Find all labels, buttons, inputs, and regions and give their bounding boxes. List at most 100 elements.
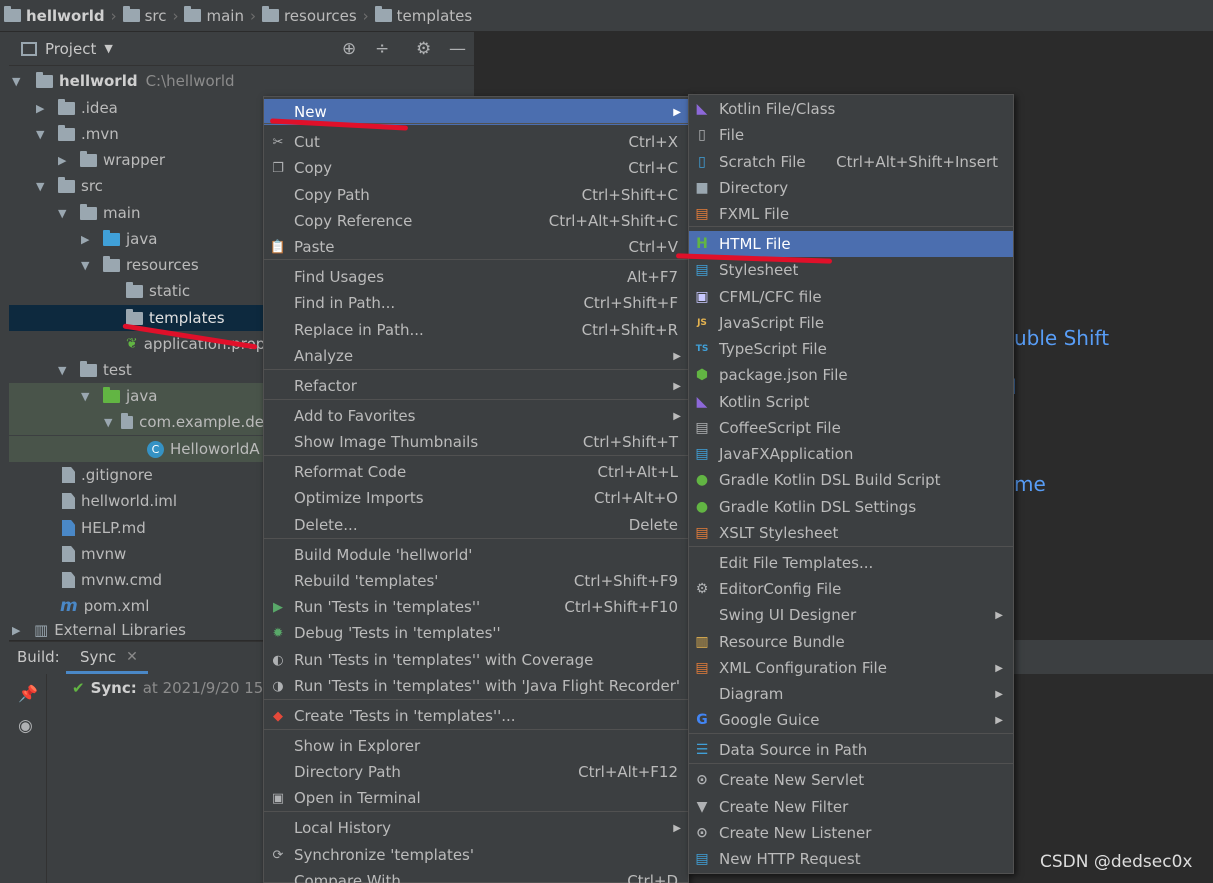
tree-row-static[interactable]: static	[104, 278, 190, 304]
tree-row-java[interactable]: ▶ java	[81, 226, 157, 252]
menu-item-run-tests-in-templates[interactable]: ▶ Run 'Tests in 'templates'' Ctrl+Shift+F1…	[264, 594, 688, 620]
expand-arrow-icon[interactable]: ▼	[81, 390, 99, 403]
tree-row-package[interactable]: ▼ com.example.de	[9, 409, 264, 435]
submenu-item-gradle-kotlin-dsl-build-script[interactable]: ● Gradle Kotlin DSL Build Script	[689, 467, 1013, 493]
tree-row-gitignore[interactable]: .gitignore	[58, 462, 153, 488]
minimize-icon[interactable]: —	[449, 39, 466, 59]
submenu-item-fxml-file[interactable]: ▤ FXML File	[689, 201, 1013, 227]
close-icon[interactable]: ✕	[126, 649, 138, 665]
expand-arrow-icon[interactable]: ▼	[58, 207, 76, 220]
tree-row-resources[interactable]: ▼ resources	[81, 252, 199, 278]
submenu-item-kotlin-script[interactable]: ◣ Kotlin Script	[689, 389, 1013, 415]
caret-down-icon[interactable]: ▼	[104, 42, 112, 55]
menu-item-show-in-explorer[interactable]: Show in Explorer	[264, 733, 688, 759]
tree-row-test-java[interactable]: ▼ java	[9, 383, 264, 409]
menu-item-copy-path[interactable]: Copy Path Ctrl+Shift+C	[264, 182, 688, 208]
tree-row-test-class[interactable]: C HelloworldA	[9, 436, 264, 462]
submenu-item-google-guice[interactable]: G Google Guice ▶	[689, 707, 1013, 733]
submenu-item-create-new-listener[interactable]: ⊙ Create New Listener	[689, 820, 1013, 846]
expand-arrow-icon[interactable]: ▶	[81, 233, 99, 246]
menu-item-rebuild-templates[interactable]: Rebuild 'templates' Ctrl+Shift+F9	[264, 568, 688, 594]
submenu-item-new-http-request[interactable]: ▤ New HTTP Request	[689, 846, 1013, 872]
expand-arrow-icon[interactable]: ▼	[58, 364, 76, 377]
submenu-item-resource-bundle[interactable]: ▥ Resource Bundle	[689, 629, 1013, 655]
expand-arrow-icon[interactable]: ▶	[12, 624, 30, 637]
tree-row-iml[interactable]: hellworld.iml	[58, 488, 177, 514]
tree-row-wrapper[interactable]: ▶ wrapper	[58, 147, 165, 173]
menu-item-find-in-path[interactable]: Find in Path... Ctrl+Shift+F	[264, 290, 688, 316]
menu-item-optimize-imports[interactable]: Optimize Imports Ctrl+Alt+O	[264, 485, 688, 511]
menu-item-cut[interactable]: ✂ Cut Ctrl+X	[264, 129, 688, 155]
submenu-item-typescript-file[interactable]: TS TypeScript File	[689, 336, 1013, 362]
breadcrumb-item-main[interactable]: main	[184, 6, 244, 25]
submenu-item-editorconfig-file[interactable]: ⚙ EditorConfig File	[689, 576, 1013, 602]
tree-row-mvn[interactable]: ▼ .mvn	[36, 121, 119, 147]
pin-icon[interactable]: 📌	[18, 684, 38, 703]
submenu-item-coffeescript-file[interactable]: ▤ CoffeeScript File	[689, 415, 1013, 441]
sync-status[interactable]: ✔ Sync: at 2021/9/20 15:2	[72, 679, 278, 697]
submenu-item-directory[interactable]: ■ Directory	[689, 175, 1013, 201]
menu-item-copy[interactable]: ❐ Copy Ctrl+C	[264, 155, 688, 181]
breadcrumb-item-src[interactable]: src	[122, 6, 166, 25]
gear-icon[interactable]: ⚙	[416, 39, 431, 59]
locate-icon[interactable]: ⊕	[342, 39, 356, 59]
tree-row-main[interactable]: ▼ main	[58, 200, 140, 226]
submenu-item-gradle-kotlin-dsl-settings[interactable]: ● Gradle Kotlin DSL Settings	[689, 494, 1013, 520]
breadcrumb-item-templates[interactable]: templates	[374, 6, 472, 25]
submenu-item-diagram[interactable]: Diagram ▶	[689, 681, 1013, 707]
submenu-item-javascript-file[interactable]: JS JavaScript File	[689, 310, 1013, 336]
menu-item-find-usages[interactable]: Find Usages Alt+F7	[264, 264, 688, 290]
menu-item-open-in-terminal[interactable]: ▣ Open in Terminal	[264, 785, 688, 811]
menu-item-delete[interactable]: Delete... Delete	[264, 512, 688, 538]
tree-row-hellworld[interactable]: ▼ hellworld C:\hellworld	[12, 68, 464, 94]
tree-row-idea[interactable]: ▶ .idea	[36, 95, 118, 121]
tree-row-help-md[interactable]: HELP.md	[58, 515, 146, 541]
eye-icon[interactable]: ◉	[18, 716, 33, 736]
tree-row-test[interactable]: ▼ test	[58, 357, 132, 383]
menu-item-add-to-favorites[interactable]: Add to Favorites ▶	[264, 403, 688, 429]
submenu-item-kotlin-file-class[interactable]: ◣ Kotlin File/Class	[689, 96, 1013, 122]
menu-item-replace-in-path[interactable]: Replace in Path... Ctrl+Shift+R	[264, 317, 688, 343]
menu-item-analyze[interactable]: Analyze ▶	[264, 343, 688, 369]
submenu-item-html-file[interactable]: H HTML File	[689, 231, 1013, 257]
collapse-all-icon[interactable]: ÷	[375, 39, 389, 59]
menu-item-reformat-code[interactable]: Reformat Code Ctrl+Alt+L	[264, 459, 688, 485]
tree-row-mvnw-cmd[interactable]: mvnw.cmd	[58, 567, 162, 593]
menu-item-refactor[interactable]: Refactor ▶	[264, 373, 688, 399]
project-view-selector[interactable]: Project	[45, 40, 96, 58]
submenu-item-package-json-file[interactable]: ⬢ package.json File	[689, 362, 1013, 388]
submenu-item-data-source-in-path[interactable]: ☰ Data Source in Path	[689, 737, 1013, 763]
expand-arrow-icon[interactable]: ▼	[104, 416, 117, 429]
menu-item-run-tests-in-templates-with-java-flight-recorder[interactable]: ◑ Run 'Tests in 'templates'' with 'Java F…	[264, 673, 688, 699]
expand-arrow-icon[interactable]: ▼	[36, 180, 54, 193]
expand-arrow-icon[interactable]: ▼	[36, 128, 54, 141]
tree-row-src[interactable]: ▼ src	[36, 173, 103, 199]
menu-item-directory-path[interactable]: Directory Path Ctrl+Alt+F12	[264, 759, 688, 785]
menu-item-run-tests-in-templates-with-coverage[interactable]: ◐ Run 'Tests in 'templates'' with Coverag…	[264, 647, 688, 673]
submenu-item-cfml-cfc-file[interactable]: ▣ CFML/CFC file	[689, 284, 1013, 310]
tree-row-mvnw[interactable]: mvnw	[58, 541, 126, 567]
tree-row-pom[interactable]: m pom.xml	[58, 593, 149, 619]
expand-arrow-icon[interactable]: ▼	[81, 259, 99, 272]
submenu-item-xml-configuration-file[interactable]: ▤ XML Configuration File ▶	[689, 655, 1013, 681]
menu-item-compare-with[interactable]: Compare With... Ctrl+D	[264, 868, 688, 883]
submenu-item-create-new-filter[interactable]: ▼ Create New Filter	[689, 794, 1013, 820]
menu-item-show-image-thumbnails[interactable]: Show Image Thumbnails Ctrl+Shift+T	[264, 429, 688, 455]
submenu-item-file[interactable]: ▯ File	[689, 122, 1013, 148]
menu-item-debug-tests-in-templates[interactable]: ✹ Debug 'Tests in 'templates''	[264, 620, 688, 646]
expand-arrow-icon[interactable]: ▶	[58, 154, 76, 167]
submenu-item-scratch-file[interactable]: ▯ Scratch File Ctrl+Alt+Shift+Insert	[689, 149, 1013, 175]
menu-item-create-tests-in-templates[interactable]: ◆ Create 'Tests in 'templates''...	[264, 703, 688, 729]
submenu-item-xslt-stylesheet[interactable]: ▤ XSLT Stylesheet	[689, 520, 1013, 546]
expand-arrow-icon[interactable]: ▶	[36, 102, 54, 115]
tab-sync[interactable]: Sync ✕	[66, 642, 148, 674]
menu-item-local-history[interactable]: Local History ▶	[264, 815, 688, 841]
expand-arrow-icon[interactable]: ▼	[12, 75, 30, 88]
submenu-item-edit-file-templates[interactable]: Edit File Templates...	[689, 550, 1013, 576]
submenu-item-create-new-servlet[interactable]: ⊙ Create New Servlet	[689, 767, 1013, 793]
tree-row-external-libraries[interactable]: ▶ ▥ External Libraries	[12, 620, 186, 640]
menu-item-synchronize-templates[interactable]: ⟳ Synchronize 'templates'	[264, 842, 688, 868]
breadcrumb-item-hellworld[interactable]: hellworld	[4, 6, 105, 25]
menu-item-copy-reference[interactable]: Copy Reference Ctrl+Alt+Shift+C	[264, 208, 688, 234]
breadcrumb-item-resources[interactable]: resources	[261, 6, 357, 25]
